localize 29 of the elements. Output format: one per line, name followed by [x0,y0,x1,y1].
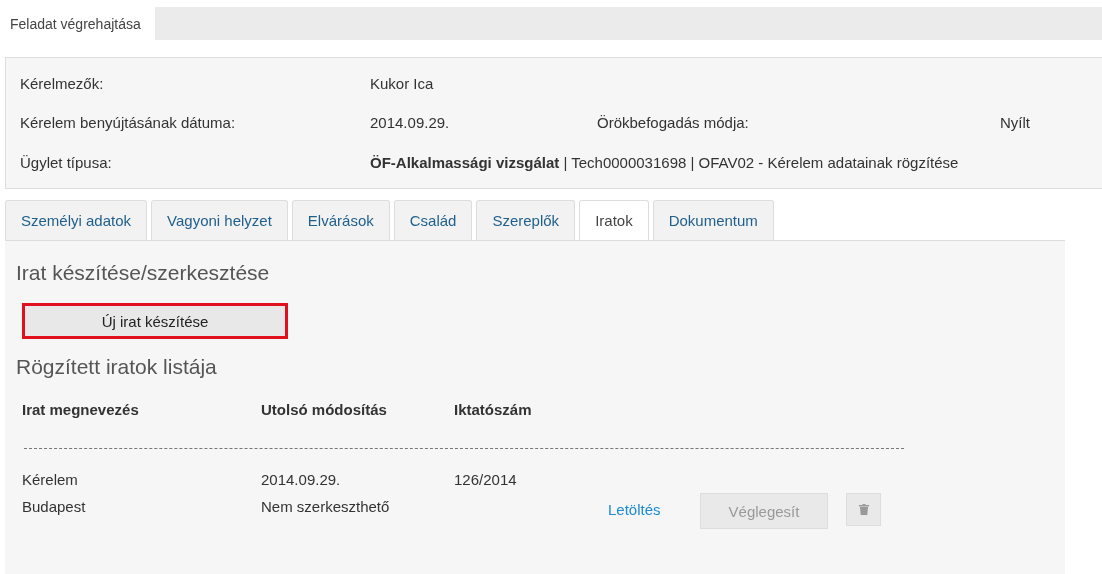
info-label: Kérelem benyújtásának dátuma: [20,114,237,132]
tab[interactable]: Iratok [579,200,649,240]
section-title: Irat készítése/szerkesztése [16,261,271,285]
table-cell-text: Budapest [22,498,87,515]
info-label: Ügylet típusa: [20,153,113,171]
table-cell-text: 2014.09.29. [261,471,342,488]
table-cell-text: Nem szerkeszthető [261,498,391,515]
tab[interactable]: Vagyoni helyzet [151,200,288,240]
section-title: Rögzített iratok listája [16,355,218,379]
column-header: Utolsó módosítás [261,401,388,418]
info-label: Örökbefogadás módja: [597,114,750,132]
table-cell-text: 126/2014 [454,471,518,488]
tab[interactable]: Szereplők [476,200,576,240]
tab[interactable]: Elvárások [291,200,390,240]
trash-icon [858,504,869,515]
column-header: Iktatószám [454,401,533,418]
column-header: Irat megnevezés [22,401,140,418]
table-cell-text: Kérelem [22,471,79,488]
info-value: Kukor Ica [370,75,435,93]
download-link[interactable]: Letöltés [608,501,700,518]
info-value: Nyílt [1000,114,1030,132]
page-title: Feladat végrehajtása [9,14,142,34]
info-value: ÖF-Alkalmassági vizsgálat | Tech0000031698 | OFAV02 - Kérelem adatainak rögzítése [370,153,959,171]
tab[interactable]: Dokumentum [652,200,774,240]
info-label: Kérelmezők: [20,75,105,93]
info-value: 2014.09.29. [370,114,451,132]
tab[interactable]: Személyi adatok [5,200,148,240]
new-document-button[interactable]: Új irat készítése [22,303,288,339]
tab[interactable]: Család [393,200,473,240]
